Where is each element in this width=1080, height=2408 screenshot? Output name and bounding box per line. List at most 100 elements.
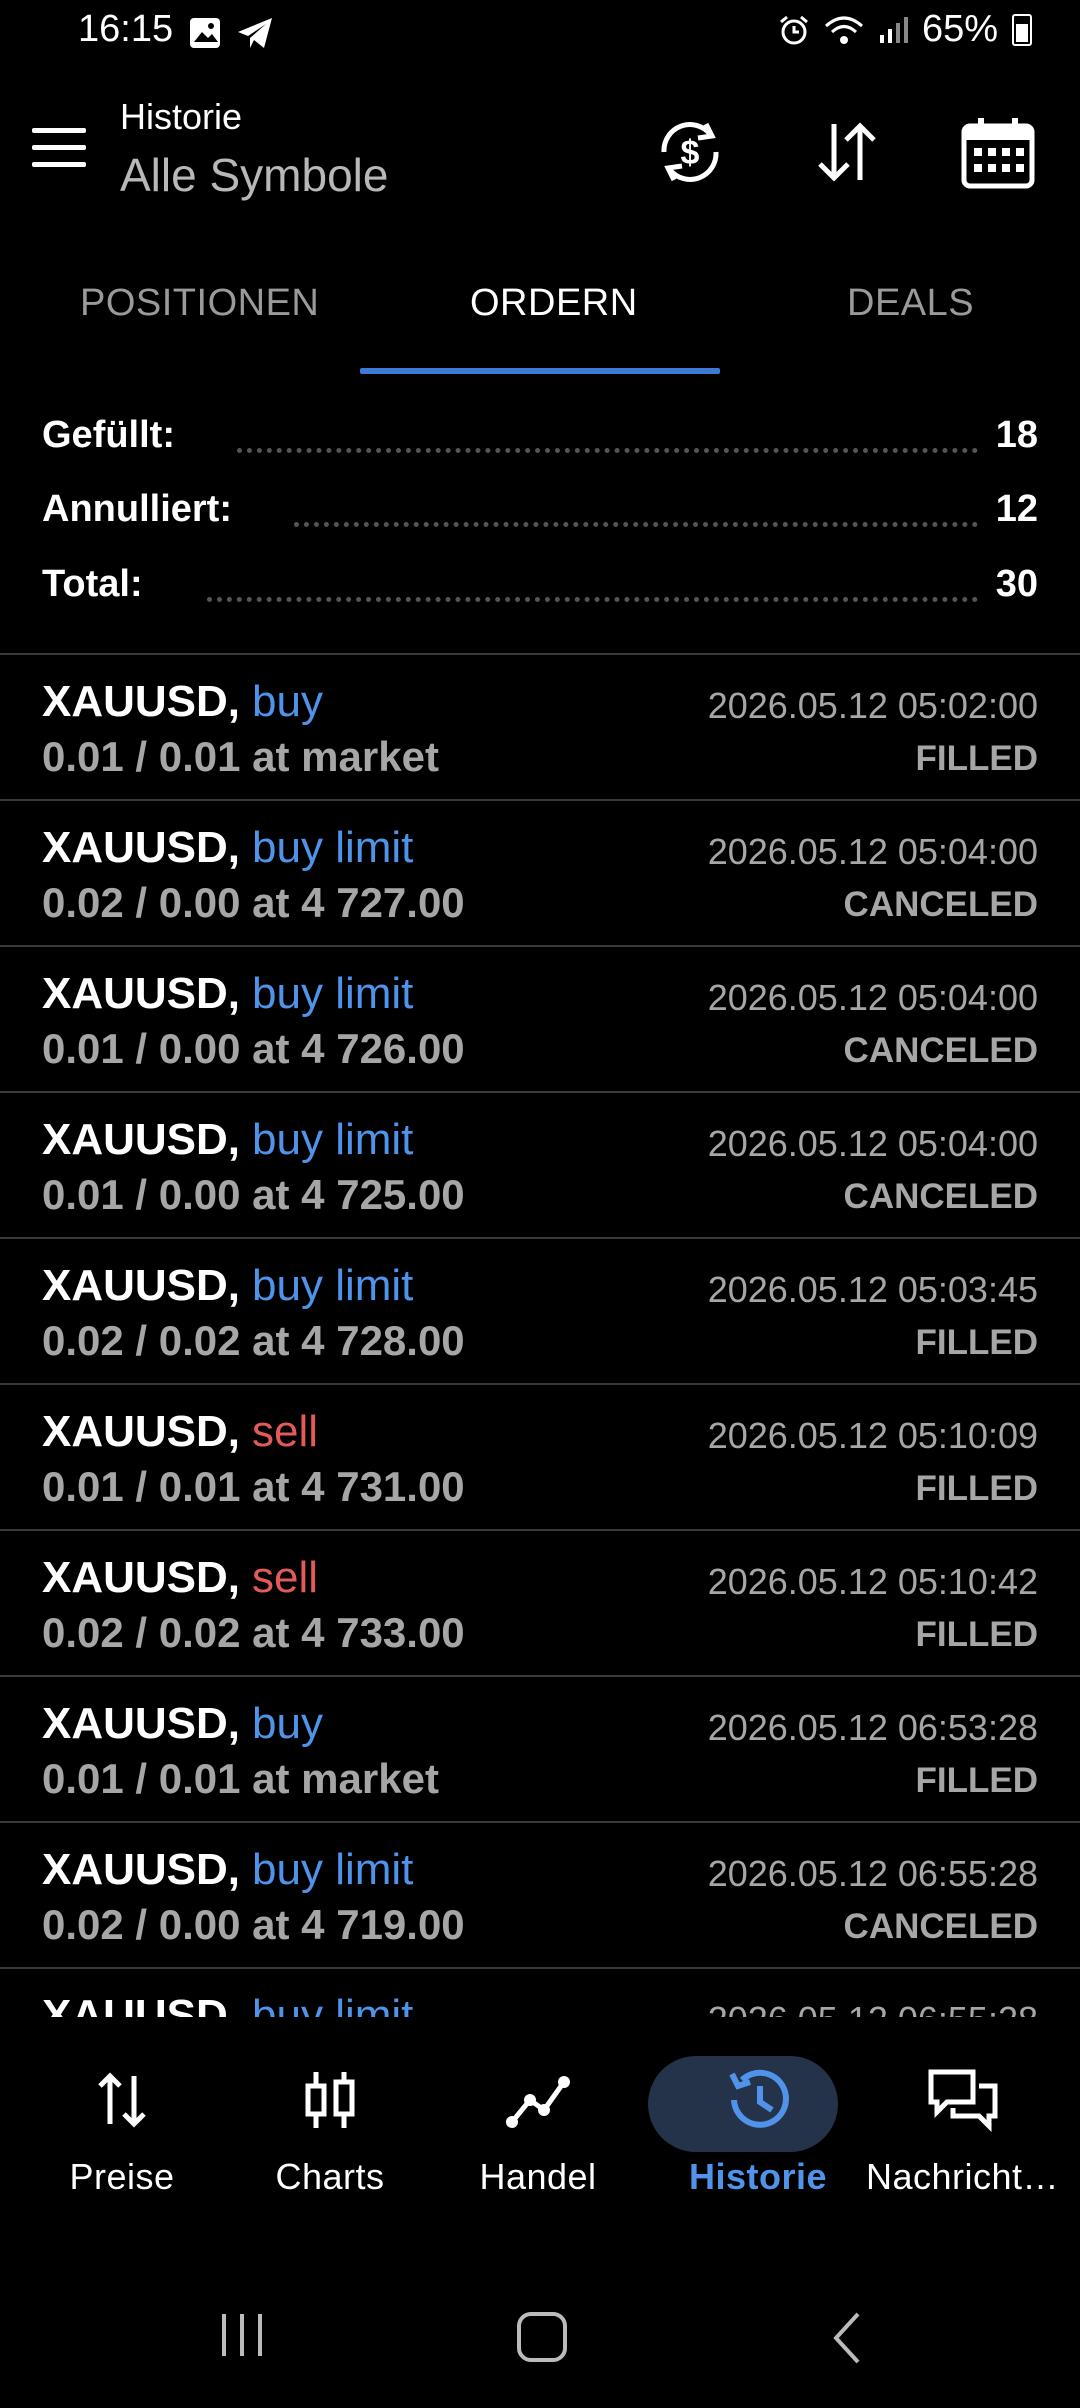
currency-sync-button[interactable]: $ bbox=[650, 112, 730, 192]
calendar-icon bbox=[961, 118, 1035, 189]
order-symbol: XAUUSD, bbox=[42, 677, 241, 726]
filled-label: Gefüllt: bbox=[42, 414, 185, 457]
battery-icon bbox=[1012, 13, 1032, 46]
tab-deals[interactable]: DEALS bbox=[847, 282, 974, 325]
nav-nachrichten[interactable]: Nachricht… bbox=[855, 2060, 1070, 2198]
bottom-navigation: Preise Charts Handel Historie Nachricht… bbox=[0, 2030, 1080, 2250]
order-type: sell bbox=[252, 1553, 319, 1602]
order-status: FILLED bbox=[915, 1323, 1038, 1362]
symbol-filter[interactable]: Alle Symbole bbox=[120, 148, 388, 202]
order-volume: 0.02 / 0.02 at 4 728.00 bbox=[42, 1317, 465, 1364]
order-volume: 0.02 / 0.02 at 4 733.00 bbox=[42, 1609, 465, 1656]
order-volume: 0.01 / 0.01 at market bbox=[42, 1755, 439, 1802]
wifi-icon bbox=[824, 16, 863, 44]
status-bar: 16:15 65% bbox=[0, 0, 1080, 70]
tab-indicator bbox=[360, 368, 720, 374]
nav-historie[interactable]: Historie bbox=[648, 2056, 858, 2198]
system-navigation bbox=[0, 2290, 1080, 2380]
candlestick-icon bbox=[305, 2072, 355, 2128]
order-time: 2026.05.12 05:04:00 bbox=[707, 831, 1038, 872]
order-row[interactable]: XAUUSD, buy limit 0.02 / 0.00 at 4 719.00… bbox=[0, 1823, 1080, 1969]
order-time: 2026.05.12 06:55:28 bbox=[708, 1999, 1038, 2017]
order-row[interactable]: XAUUSD, sell 0.01 / 0.01 at 4 731.00 2026… bbox=[0, 1385, 1080, 1531]
order-row[interactable]: XAUUSD, buy 0.01 / 0.01 at market 2026.05… bbox=[0, 655, 1080, 801]
order-type: sell bbox=[252, 1407, 319, 1456]
order-type: buy limit bbox=[252, 823, 414, 872]
order-volume: 0.02 / 0.00 at 4 727.00 bbox=[42, 879, 465, 926]
order-row[interactable]: XAUUSD, buy 0.01 / 0.01 at market 2026.05… bbox=[0, 1677, 1080, 1823]
order-row[interactable]: XAUUSD, buy limit 0.01 / 0.00 at 4 726.00… bbox=[0, 947, 1080, 1093]
total-value: 30 bbox=[985, 563, 1038, 606]
tab-positionen[interactable]: POSITIONEN bbox=[80, 282, 319, 325]
battery-percent: 65% bbox=[921, 8, 998, 50]
alarm-icon bbox=[779, 15, 808, 44]
status-time: 16:15 bbox=[78, 8, 174, 50]
order-type: buy limit bbox=[252, 1115, 414, 1164]
canceled-value: 12 bbox=[985, 488, 1038, 531]
order-type: buy limit bbox=[252, 1991, 414, 2017]
order-type: buy bbox=[252, 677, 323, 726]
signal-icon bbox=[879, 16, 908, 43]
nav-label: Nachricht… bbox=[865, 2156, 1060, 2197]
total-label: Total: bbox=[42, 563, 153, 606]
history-icon bbox=[729, 2069, 789, 2128]
nav-label: Handel bbox=[479, 2156, 597, 2197]
canceled-label: Annulliert: bbox=[42, 488, 242, 531]
gallery-icon bbox=[190, 18, 220, 48]
order-time: 2026.05.12 06:53:28 bbox=[707, 1707, 1038, 1748]
order-time: 2026.05.12 05:10:09 bbox=[707, 1415, 1038, 1456]
order-time: 2026.05.12 06:55:28 bbox=[707, 1853, 1038, 1894]
order-status: FILLED bbox=[915, 1761, 1038, 1800]
home-icon[interactable] bbox=[515, 2310, 571, 2366]
nav-charts[interactable]: Charts bbox=[230, 2060, 430, 2198]
order-row[interactable]: XAUUSD, sell 0.02 / 0.02 at 4 733.00 2026… bbox=[0, 1531, 1080, 1677]
order-symbol: XAUUSD, bbox=[42, 823, 241, 872]
order-status: CANCELED bbox=[843, 1907, 1038, 1946]
nav-label: Historie bbox=[688, 2156, 828, 2197]
order-symbol: XAUUSD, bbox=[42, 1699, 241, 1748]
quotes-icon bbox=[98, 2072, 146, 2128]
currency-sync-icon: $ bbox=[661, 122, 719, 182]
menu-icon[interactable] bbox=[32, 128, 86, 170]
nav-preise[interactable]: Preise bbox=[22, 2060, 222, 2198]
sort-button[interactable] bbox=[806, 112, 886, 192]
tab-bar: POSITIONEN ORDERN DEALS bbox=[0, 260, 1080, 375]
summary-total: Total: 30 bbox=[42, 563, 1038, 623]
order-time: 2026.05.12 05:02:00 bbox=[707, 685, 1038, 726]
page-title: Historie bbox=[120, 96, 243, 137]
nav-handel[interactable]: Handel bbox=[438, 2060, 638, 2198]
order-row[interactable]: XAUUSD, buy limit 0.02 / 0.00 at 4 727.00… bbox=[0, 801, 1080, 947]
svg-text:$: $ bbox=[681, 134, 700, 172]
recent-apps-icon[interactable] bbox=[218, 2310, 268, 2360]
order-volume: 0.01 / 0.00 at 4 726.00 bbox=[42, 1025, 465, 1072]
order-status: CANCELED bbox=[843, 885, 1038, 924]
nav-label: Preise bbox=[69, 2156, 175, 2197]
summary-canceled: Annulliert: 12 bbox=[42, 488, 1038, 548]
order-status: CANCELED bbox=[843, 1177, 1038, 1216]
orders-list[interactable]: XAUUSD, buy 0.01 / 0.01 at market 2026.05… bbox=[0, 655, 1080, 2017]
order-time: 2026.05.12 05:10:42 bbox=[707, 1561, 1038, 1602]
order-symbol: XAUUSD, bbox=[42, 1991, 241, 2017]
order-row[interactable]: XAUUSD, buy limit 2026.05.12 06:55:28 bbox=[0, 1969, 1080, 2017]
order-row[interactable]: XAUUSD, buy limit 0.01 / 0.00 at 4 725.00… bbox=[0, 1093, 1080, 1239]
order-status: FILLED bbox=[915, 739, 1038, 778]
order-symbol: XAUUSD, bbox=[42, 1845, 241, 1894]
tab-ordern[interactable]: ORDERN bbox=[470, 282, 638, 325]
order-time: 2026.05.12 05:04:00 bbox=[707, 1123, 1038, 1164]
order-volume: 0.01 / 0.00 at 4 725.00 bbox=[42, 1171, 465, 1218]
order-row[interactable]: XAUUSD, buy limit 0.02 / 0.02 at 4 728.00… bbox=[0, 1239, 1080, 1385]
order-type: buy limit bbox=[252, 969, 414, 1018]
back-icon[interactable] bbox=[828, 2310, 868, 2366]
trade-icon bbox=[506, 2076, 570, 2128]
nav-label: Charts bbox=[275, 2156, 385, 2197]
header: Historie Alle Symbole $ bbox=[0, 90, 1080, 220]
order-time: 2026.05.12 05:04:00 bbox=[707, 977, 1038, 1018]
order-symbol: XAUUSD, bbox=[42, 1553, 241, 1602]
order-symbol: XAUUSD, bbox=[42, 1407, 241, 1456]
order-status: CANCELED bbox=[843, 1031, 1038, 1070]
order-type: buy bbox=[252, 1699, 323, 1748]
filled-value: 18 bbox=[985, 414, 1038, 457]
calendar-button[interactable] bbox=[958, 112, 1038, 192]
order-time: 2026.05.12 05:03:45 bbox=[707, 1269, 1038, 1310]
order-type: buy limit bbox=[252, 1261, 414, 1310]
